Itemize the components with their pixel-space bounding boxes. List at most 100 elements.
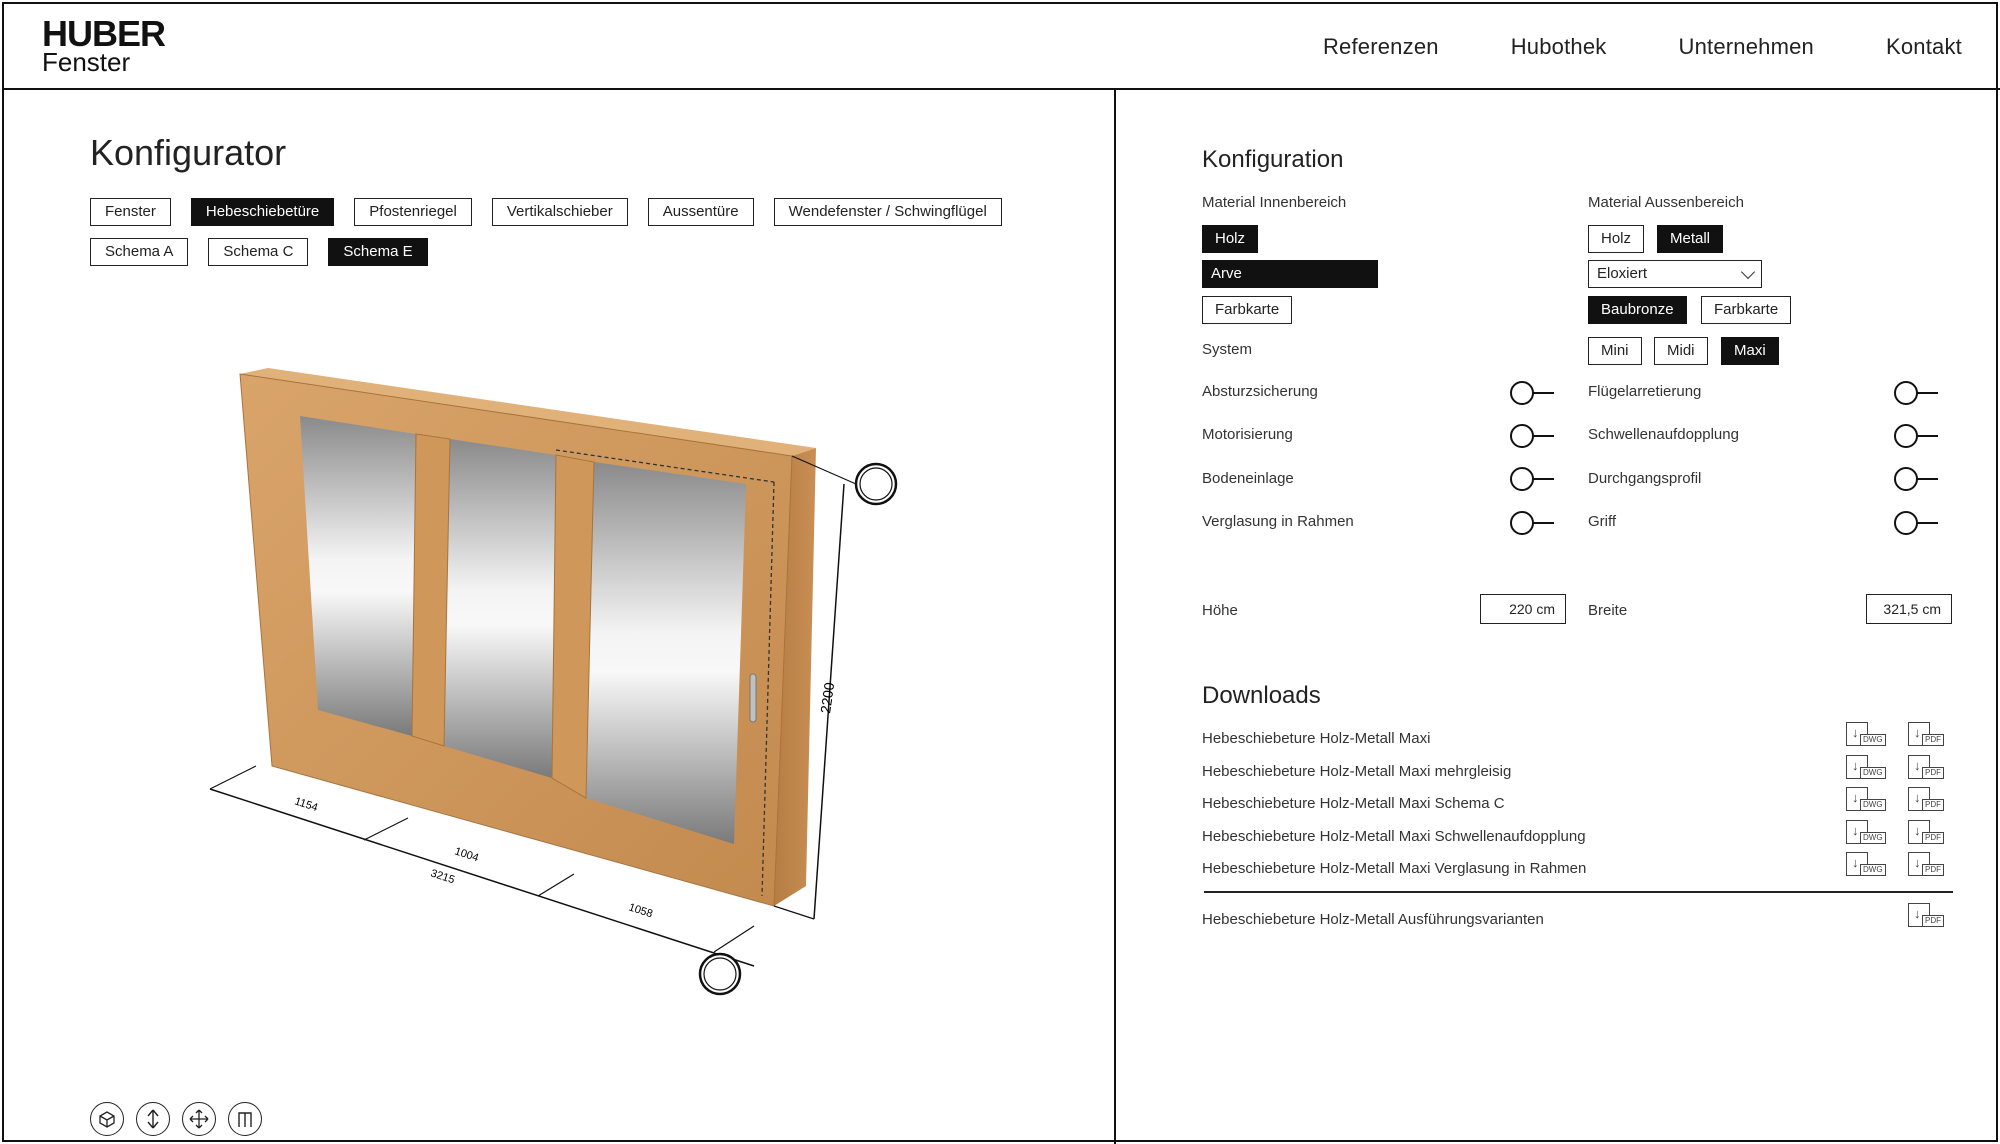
download-dwg-icon[interactable]: ↓ DWG [1844,755,1890,781]
download-pdf-icon[interactable]: ↓ PDF [1906,820,1952,846]
toggle-bodeneinlage[interactable] [1510,467,1554,491]
logo[interactable]: HUBER Fenster [42,16,166,76]
konfiguration-title: Konfiguration [1202,146,1344,173]
schema-tabs: Schema A Schema C Schema E [90,238,448,266]
download-item-varianten[interactable]: Hebeschiebeture Holz-Metall Ausführungsv… [1202,911,1544,928]
toggle-motorisierung[interactable] [1510,424,1554,448]
nav-unternehmen[interactable]: Unternehmen [1678,34,1814,60]
sash-mullion-1 [411,433,451,747]
aussen-finish-value: Eloxiert [1597,265,1648,282]
download-pdf-icon[interactable]: ↓ PDF [1906,755,1952,781]
download-pdf-icon[interactable]: ↓ PDF [1906,722,1952,748]
glass-pane-3 [586,462,746,844]
width-dim-seg-d [713,925,755,953]
glass-pane-1 [300,416,416,736]
download-dwg-icon[interactable]: ↓ DWG [1844,787,1890,813]
header: HUBER Fenster Referenzen Hubothek Untern… [4,4,2000,90]
download-item[interactable]: Hebeschiebeture Holz-Metall Maxi Schwell… [1202,828,1586,845]
system-mini-button[interactable]: Mini [1588,337,1642,365]
system-label: System [1202,341,1253,358]
konfigurator-title: Konfigurator [90,132,287,173]
resize-handle-top[interactable] [854,462,898,506]
tab-pfostenriegel[interactable]: Pfostenriegel [354,198,472,226]
width-dim-seg-a [209,765,257,790]
toggle-label-griff: Griff [1588,513,1617,530]
glass-pane-2 [444,439,556,778]
width-dim-seg-c [537,873,575,897]
toggle-label-schwellenaufdopplung: Schwellenaufdopplung [1588,426,1739,443]
toggle-label-fluegelarretierung: Flügelarretierung [1588,383,1702,400]
pan-move-icon[interactable] [182,1102,216,1136]
system-maxi-button[interactable]: Maxi [1721,337,1779,365]
aussen-baubronze-button[interactable]: Baubronze [1588,296,1687,324]
toggle-label-bodeneinlage: Bodeneinlage [1202,470,1294,487]
toggle-label-absturzsicherung: Absturzsicherung [1202,383,1318,400]
width-dim-label-3: 1058 [627,901,654,920]
material-aussen-label: Material Aussenbereich [1588,194,1744,211]
main-nav: Referenzen Hubothek Unternehmen Kontakt [1251,34,1962,60]
product-type-tabs: Fenster Hebeschiebetüre Pfostenriegel Ve… [90,198,1022,226]
aussen-metall-button[interactable]: Metall [1657,225,1724,253]
toggle-absturzsicherung[interactable] [1510,381,1554,405]
vertical-move-icon[interactable] [136,1102,170,1136]
aussen-holz-button[interactable]: Holz [1588,225,1645,253]
chevron-down-icon [1740,264,1756,280]
width-dim-label-1: 1154 [293,795,319,814]
hoehe-input[interactable]: 220 cm [1480,594,1566,624]
page-frame: HUBER Fenster Referenzen Hubothek Untern… [2,2,2000,1144]
tab-hebeschiebetuere[interactable]: Hebeschiebetüre [190,198,335,226]
toggle-label-motorisierung: Motorisierung [1202,426,1293,443]
toggle-schwellenaufdopplung[interactable] [1894,424,1938,448]
tab-aussentuere[interactable]: Aussentüre [647,198,754,226]
nav-referenzen[interactable]: Referenzen [1323,34,1439,60]
download-dwg-icon[interactable]: ↓ DWG [1844,852,1890,878]
view-controls [90,1102,274,1136]
height-dim-ext-bottom [773,905,815,920]
download-item[interactable]: Hebeschiebeture Holz-Metall Maxi Schema … [1202,795,1505,812]
tab-vertikalschieber[interactable]: Vertikalschieber [491,198,628,226]
tab-schema-a[interactable]: Schema A [90,238,189,266]
resize-handle-bottom[interactable] [698,952,742,996]
width-dim-label-2: 1004 [453,845,480,864]
panel-divider [1114,90,1116,1144]
download-pdf-icon[interactable]: ↓ PDF [1906,903,1952,929]
hoehe-label: Höhe [1202,602,1238,619]
innen-holz-button[interactable]: Holz [1202,225,1259,253]
aussen-finish-select[interactable]: Eloxiert [1588,260,1762,288]
measure-icon[interactable] [228,1102,262,1136]
window-3d-viewer[interactable]: 2200 1154 1004 3215 1058 [194,344,924,1004]
toggle-durchgangsprofil[interactable] [1894,467,1938,491]
innen-farbkarte-button[interactable]: Farbkarte [1202,296,1293,324]
nav-kontakt[interactable]: Kontakt [1886,34,1962,60]
tab-schema-c[interactable]: Schema C [208,238,309,266]
tab-schema-e[interactable]: Schema E [328,238,428,266]
system-midi-button[interactable]: Midi [1654,337,1708,365]
nav-hubothek[interactable]: Hubothek [1511,34,1607,60]
height-dim-label: 2200 [817,681,837,714]
innen-wood-select[interactable]: Arve [1202,260,1378,288]
toggle-verglasung[interactable] [1510,511,1554,535]
door-handle [749,673,757,723]
toggle-label-verglasung: Verglasung in Rahmen [1202,513,1354,530]
breite-input[interactable]: 321,5 cm [1866,594,1952,624]
download-dwg-icon[interactable]: ↓ DWG [1844,722,1890,748]
sash-mullion-2 [551,454,595,799]
toggle-label-durchgangsprofil: Durchgangsprofil [1588,470,1702,487]
download-item[interactable]: Hebeschiebeture Holz-Metall Maxi mehrgle… [1202,763,1511,780]
breite-label: Breite [1588,602,1628,619]
aussen-farbkarte-button[interactable]: Farbkarte [1701,296,1792,324]
view-3d-icon[interactable] [90,1102,124,1136]
toggle-griff[interactable] [1894,511,1938,535]
tab-fenster[interactable]: Fenster [90,198,171,226]
download-item[interactable]: Hebeschiebeture Holz-Metall Maxi Verglas… [1202,860,1586,877]
tab-wendefenster[interactable]: Wendefenster / Schwingflügel [773,198,1002,226]
width-dim-seg-b [363,817,409,841]
download-dwg-icon[interactable]: ↓ DWG [1844,820,1890,846]
download-pdf-icon[interactable]: ↓ PDF [1906,787,1952,813]
downloads-title: Downloads [1202,682,1321,709]
toggle-fluegelarretierung[interactable] [1894,381,1938,405]
downloads-divider [1204,891,1953,893]
download-pdf-icon[interactable]: ↓ PDF [1906,852,1952,878]
material-innen-label: Material Innenbereich [1202,194,1347,211]
download-item[interactable]: Hebeschiebeture Holz-Metall Maxi [1202,730,1430,747]
